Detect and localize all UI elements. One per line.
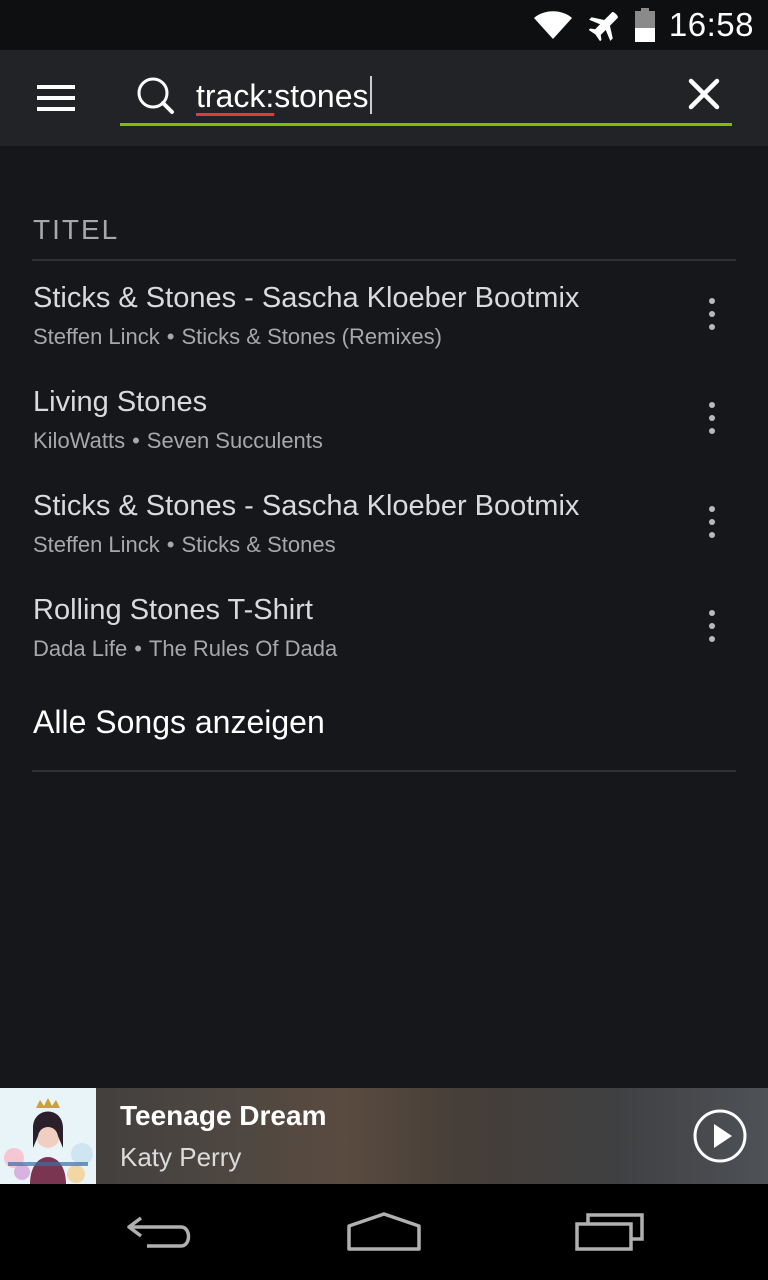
separator-dot: • [134, 636, 142, 661]
track-subtitle: KiloWatts • Seven Succulents [33, 428, 323, 454]
wifi-icon [533, 9, 573, 41]
search-field[interactable]: track:stones [120, 66, 732, 126]
now-playing-bar[interactable]: Teenage Dream Katy Perry [0, 1088, 768, 1184]
track-title: Sticks & Stones - Sascha Kloeber Bootmix [33, 282, 580, 314]
vertical-dots-icon [709, 402, 715, 408]
recents-icon [575, 1213, 644, 1251]
more-options-button[interactable] [696, 296, 728, 332]
status-icons: 16:58 [533, 0, 754, 50]
now-playing-title: Teenage Dream [120, 1100, 327, 1131]
status-bar: 16:58 [0, 0, 768, 50]
app-bar: track:stones [0, 50, 768, 146]
airplane-icon [588, 9, 621, 41]
track-title: Rolling Stones T-Shirt [33, 594, 313, 626]
section-divider [32, 259, 736, 261]
close-icon [688, 78, 720, 110]
more-options-button[interactable] [696, 504, 728, 540]
clock: 16:58 [668, 6, 754, 43]
home-icon [347, 1212, 421, 1251]
play-circle-icon [693, 1109, 747, 1163]
track-row[interactable]: Sticks & Stones - Sascha Kloeber Bootmix… [0, 490, 768, 594]
back-button[interactable] [112, 1204, 208, 1260]
separator-dot: • [166, 324, 175, 349]
track-artist: Steffen Linck [33, 324, 160, 349]
track-row[interactable]: Living Stones KiloWatts • Seven Succulents [0, 386, 768, 490]
track-artist: KiloWatts [33, 428, 126, 453]
section-header-titel: TITEL [33, 214, 120, 245]
navigation-bar [0, 1184, 768, 1280]
text-caret [369, 76, 372, 114]
track-title: Living Stones [33, 386, 208, 418]
track-row[interactable]: Sticks & Stones - Sascha Kloeber Bootmix… [0, 282, 768, 386]
vertical-dots-icon [709, 298, 715, 304]
search-query-term: stones [274, 78, 369, 114]
list-divider [32, 770, 736, 772]
menu-button[interactable] [28, 74, 84, 122]
battery-icon [634, 8, 655, 42]
track-album: The Rules Of Dada [148, 636, 338, 661]
play-button[interactable] [692, 1108, 748, 1164]
track-album: Seven Succulents [146, 428, 323, 453]
vertical-dots-icon [709, 506, 715, 512]
track-album: Sticks & Stones (Remixes) [181, 324, 442, 349]
track-album: Sticks & Stones [181, 532, 336, 557]
back-icon [127, 1216, 191, 1248]
track-row[interactable]: Rolling Stones T-Shirt Dada Life • The Rul… [0, 594, 768, 698]
more-options-button[interactable] [696, 608, 728, 644]
now-playing-artist: Katy Perry [120, 1142, 242, 1172]
show-all-songs-link[interactable]: Alle Songs anzeigen [33, 704, 325, 741]
track-subtitle: Steffen Linck • Sticks & Stones (Remixes) [33, 324, 442, 350]
clear-search-button[interactable] [684, 74, 724, 114]
search-input[interactable]: track:stones [196, 76, 372, 116]
track-title: Sticks & Stones - Sascha Kloeber Bootmix [33, 490, 580, 522]
more-options-button[interactable] [696, 400, 728, 436]
home-button[interactable] [336, 1204, 432, 1260]
track-subtitle: Dada Life • The Rules Of Dada [33, 636, 337, 662]
track-artist: Steffen Linck [33, 532, 160, 557]
track-subtitle: Steffen Linck • Sticks & Stones [33, 532, 336, 558]
recents-button[interactable] [562, 1204, 658, 1260]
separator-dot: • [132, 428, 140, 453]
search-query-prefix: track: [196, 78, 275, 114]
track-artist: Dada Life [33, 636, 128, 661]
hamburger-icon [37, 85, 75, 111]
separator-dot: • [166, 532, 175, 557]
vertical-dots-icon [709, 610, 715, 616]
album-cover [0, 1088, 96, 1184]
search-icon [136, 76, 176, 121]
